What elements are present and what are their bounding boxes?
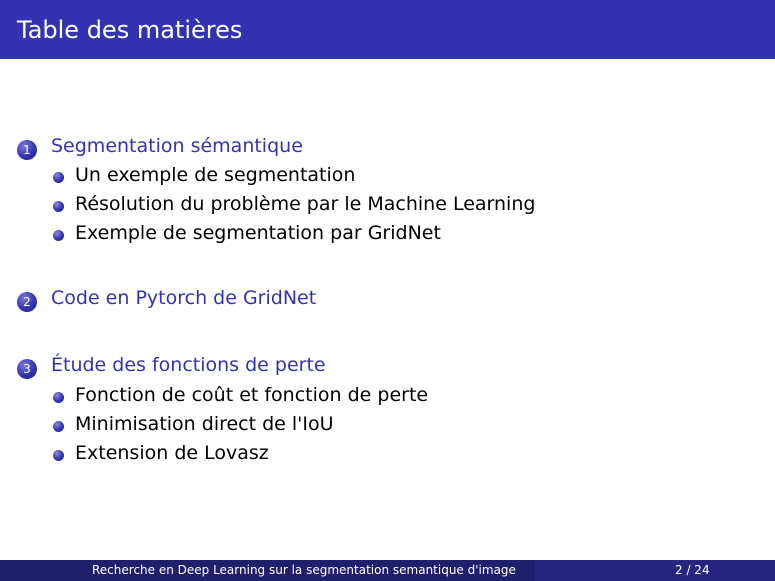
- bullet-icon: [53, 421, 64, 432]
- slide-footer: Recherche en Deep Learning sur la segmen…: [0, 560, 775, 581]
- section-title[interactable]: Étude des fonctions de perte: [51, 353, 326, 377]
- section-number-badge: 1: [17, 140, 37, 160]
- bullet-icon: [53, 392, 64, 403]
- bullet-icon: [53, 450, 64, 461]
- slide-title: Table des matières: [17, 16, 243, 44]
- bullet-icon: [53, 172, 64, 183]
- section-title[interactable]: Segmentation sémantique: [51, 134, 303, 158]
- page-counter: 2 / 24: [675, 563, 710, 577]
- footer-presentation-title: Recherche en Deep Learning sur la segmen…: [92, 563, 516, 577]
- bullet-icon: [53, 201, 64, 212]
- subsection-label[interactable]: Résolution du problème par le Machine Le…: [75, 192, 535, 216]
- subsection-label[interactable]: Un exemple de segmentation: [75, 163, 355, 187]
- slide-header: Table des matières: [0, 0, 775, 59]
- footer-page-bar: [535, 560, 775, 581]
- bullet-icon: [53, 230, 64, 241]
- section-number-badge: 2: [17, 292, 37, 312]
- subsection-label[interactable]: Minimisation direct de l'IoU: [75, 412, 334, 436]
- section-title[interactable]: Code en Pytorch de GridNet: [51, 286, 316, 310]
- slide: Table des matières 1 Segmentation sémant…: [0, 0, 775, 581]
- subsection-label[interactable]: Fonction de coût et fonction de perte: [75, 383, 428, 407]
- subsection-label[interactable]: Extension de Lovasz: [75, 441, 269, 465]
- subsection-label[interactable]: Exemple de segmentation par GridNet: [75, 221, 441, 245]
- section-number-badge: 3: [17, 359, 37, 379]
